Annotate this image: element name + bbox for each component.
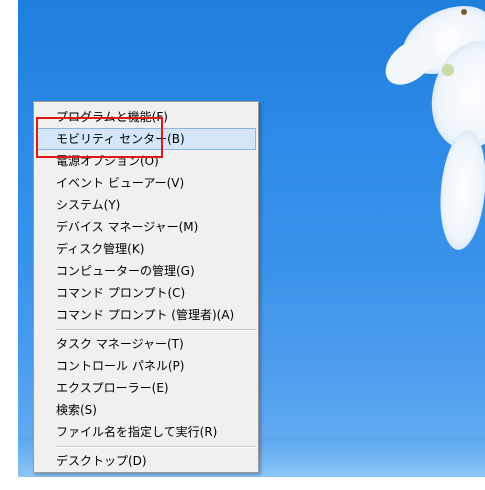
menu-item-control-panel[interactable]: コントロール パネル(P) — [36, 355, 256, 377]
highlight-annotation-box — [36, 117, 163, 158]
menu-item-device-manager[interactable]: デバイス マネージャー(M) — [36, 216, 256, 238]
menu-item-desktop[interactable]: デスクトップ(D) — [36, 450, 256, 472]
menu-item-search[interactable]: 検索(S) — [36, 399, 256, 421]
menu-item-command-prompt[interactable]: コマンド プロンプト(C) — [36, 282, 256, 304]
menu-item-computer-management[interactable]: コンピューターの管理(G) — [36, 260, 256, 282]
menu-separator — [56, 329, 256, 331]
menu-item-command-prompt-admin[interactable]: コマンド プロンプト (管理者)(A) — [36, 304, 256, 326]
menu-item-disk-management[interactable]: ディスク管理(K) — [36, 238, 256, 260]
menu-item-system[interactable]: システム(Y) — [36, 194, 256, 216]
menu-item-explorer[interactable]: エクスプローラー(E) — [36, 377, 256, 399]
menu-item-task-manager[interactable]: タスク マネージャー(T) — [36, 333, 256, 355]
menu-separator — [56, 446, 256, 448]
menu-item-event-viewer[interactable]: イベント ビューアー(V) — [36, 172, 256, 194]
menu-item-run[interactable]: ファイル名を指定して実行(R) — [36, 421, 256, 443]
